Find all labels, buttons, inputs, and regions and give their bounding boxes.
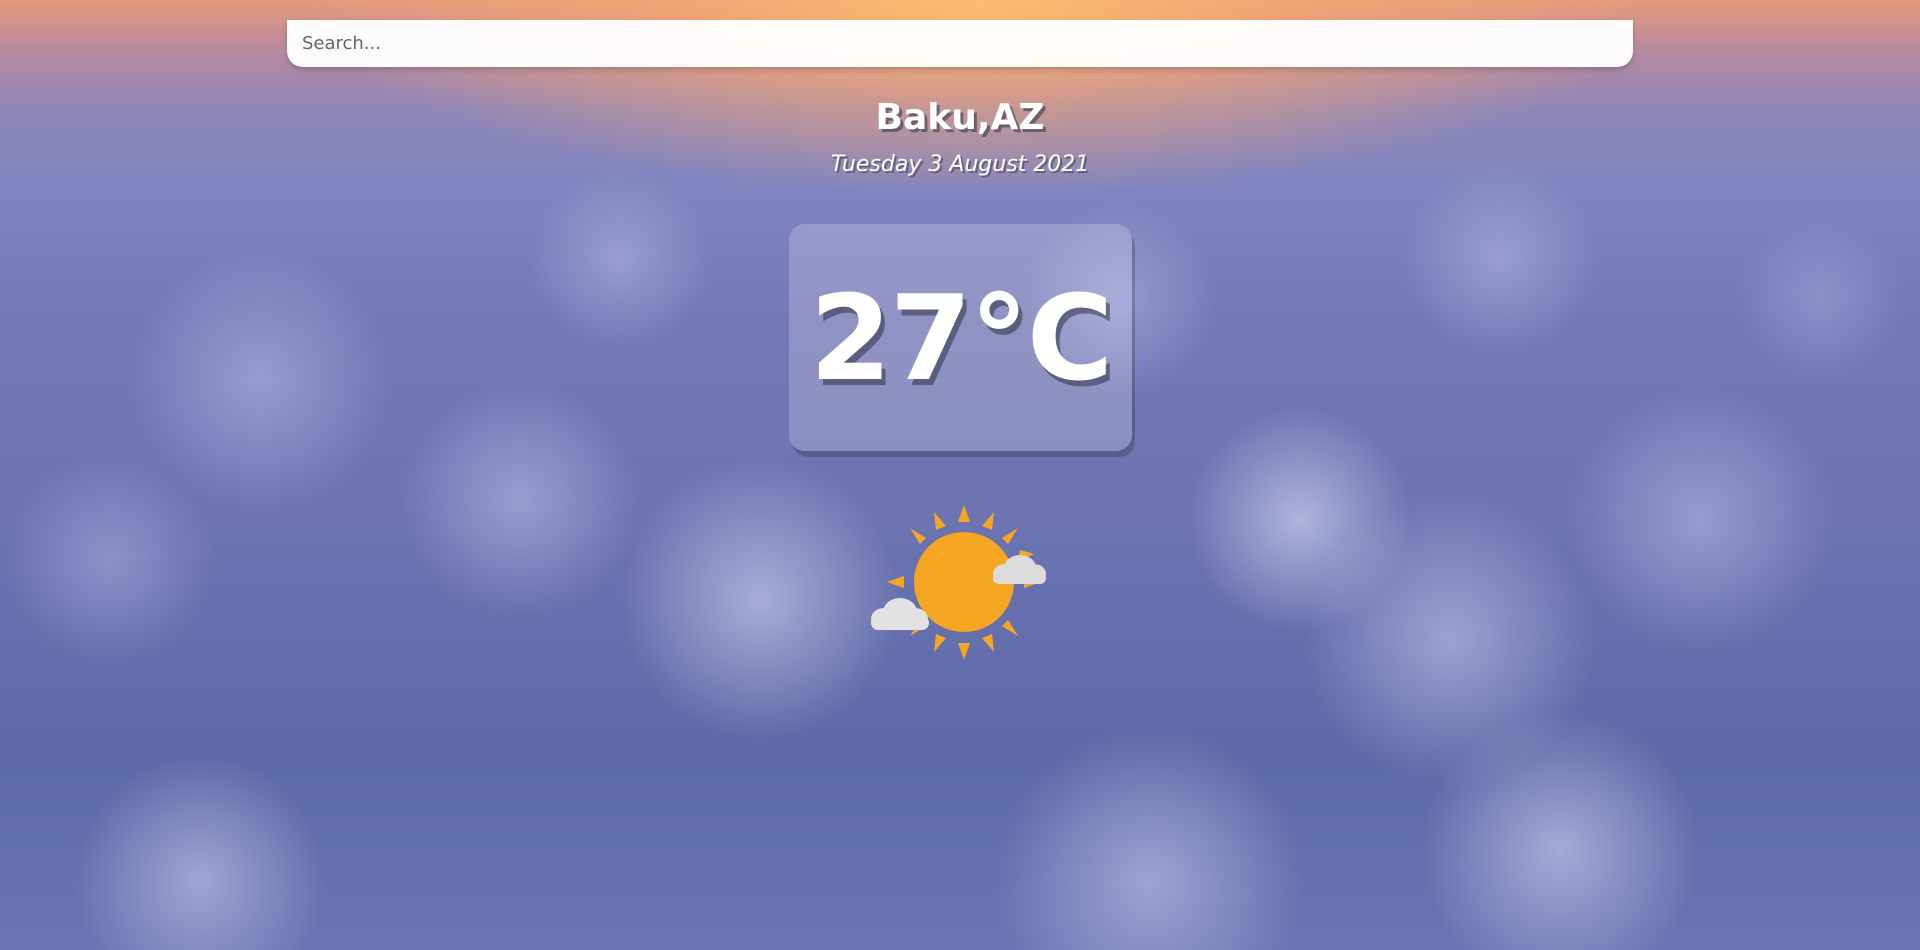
temperature-box: 27°C [789,224,1132,451]
weather-app: Baku,AZ Tuesday 3 August 2021 27°C [0,0,1920,950]
temperature-value: 27°C [809,268,1114,407]
location-name: Baku,AZ [875,97,1045,138]
cloud-background [0,0,1920,950]
partly-sunny-icon [871,505,1046,660]
current-date: Tuesday 3 August 2021 [830,152,1090,177]
search-input[interactable] [287,20,1633,67]
